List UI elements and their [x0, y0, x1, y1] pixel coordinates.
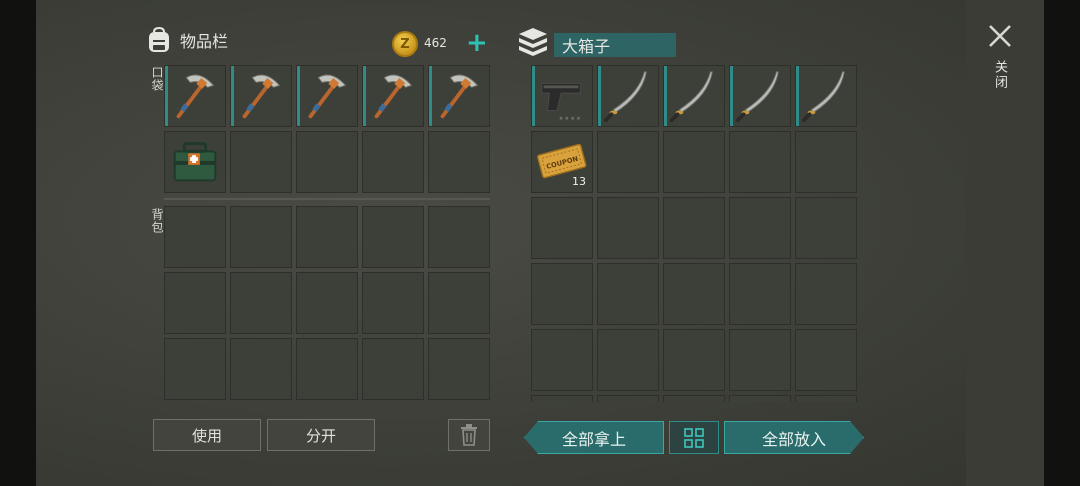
pocket-grid	[164, 65, 490, 193]
empty-slot[interactable]	[531, 395, 593, 402]
katana-icon	[598, 66, 658, 126]
pickaxe-icon	[363, 66, 423, 126]
empty-slot[interactable]	[362, 206, 424, 268]
empty-slot[interactable]	[230, 272, 292, 334]
box-title: 大箱子	[562, 37, 611, 56]
close-label[interactable]: 关闭	[990, 60, 1009, 90]
empty-slot[interactable]	[795, 395, 857, 402]
box-title-bar: 大箱子	[554, 33, 676, 57]
empty-slot[interactable]	[795, 197, 857, 259]
medkit-icon	[165, 132, 225, 192]
split-button[interactable]: 分开	[267, 419, 375, 451]
pickaxe-icon	[429, 66, 489, 126]
slot-pickaxe[interactable]	[296, 65, 358, 127]
empty-slot[interactable]	[531, 329, 593, 391]
empty-slot[interactable]	[729, 263, 791, 325]
box-grid: COUPON 13	[531, 65, 857, 402]
empty-slot[interactable]	[597, 395, 659, 402]
backpack-icon	[149, 26, 169, 52]
take-all-button[interactable]: 全部拿上	[524, 421, 664, 454]
trash-icon	[461, 424, 477, 446]
empty-slot[interactable]	[531, 197, 593, 259]
right-screen-edge	[1044, 0, 1080, 486]
katana-icon	[664, 66, 724, 126]
empty-slot[interactable]	[729, 197, 791, 259]
empty-slot[interactable]	[663, 329, 725, 391]
coin-icon: Z	[392, 31, 418, 57]
empty-slot[interactable]	[230, 338, 292, 400]
empty-slot[interactable]	[663, 131, 725, 193]
item-quantity: 13	[572, 175, 586, 188]
left-screen-edge	[0, 0, 36, 486]
slot-katana[interactable]	[597, 65, 659, 127]
empty-slot[interactable]	[729, 131, 791, 193]
empty-slot[interactable]	[597, 197, 659, 259]
empty-slot[interactable]	[795, 329, 857, 391]
close-icon[interactable]	[986, 22, 1014, 50]
slot-pickaxe[interactable]	[428, 65, 490, 127]
empty-slot[interactable]	[296, 131, 358, 193]
inventory-title: 物品栏	[180, 32, 229, 51]
empty-slot[interactable]	[230, 206, 292, 268]
backpack-grid	[164, 206, 490, 400]
empty-slot[interactable]	[663, 395, 725, 402]
empty-slot[interactable]	[230, 131, 292, 193]
pickaxe-icon	[231, 66, 291, 126]
empty-slot[interactable]	[795, 131, 857, 193]
empty-slot[interactable]	[428, 131, 490, 193]
empty-slot[interactable]	[428, 206, 490, 268]
slot-katana[interactable]	[663, 65, 725, 127]
empty-slot[interactable]	[164, 338, 226, 400]
empty-slot[interactable]	[597, 329, 659, 391]
slot-pistol[interactable]	[531, 65, 593, 127]
slot-pickaxe[interactable]	[230, 65, 292, 127]
empty-slot[interactable]	[164, 206, 226, 268]
use-button[interactable]: 使用	[153, 419, 261, 451]
empty-slot[interactable]	[164, 272, 226, 334]
katana-icon	[730, 66, 790, 126]
empty-slot[interactable]	[362, 272, 424, 334]
empty-slot[interactable]	[729, 329, 791, 391]
trash-button[interactable]	[448, 419, 490, 451]
pickaxe-icon	[165, 66, 225, 126]
empty-slot[interactable]	[296, 338, 358, 400]
pistol-icon	[532, 66, 592, 126]
empty-slot[interactable]	[795, 263, 857, 325]
put-all-button[interactable]: 全部放入	[724, 421, 864, 454]
empty-slot[interactable]	[729, 395, 791, 402]
empty-slot[interactable]	[296, 206, 358, 268]
empty-slot[interactable]	[428, 272, 490, 334]
empty-slot[interactable]	[531, 263, 593, 325]
divider	[164, 198, 490, 200]
empty-slot[interactable]	[362, 131, 424, 193]
empty-slot[interactable]	[597, 263, 659, 325]
empty-slot[interactable]	[663, 197, 725, 259]
empty-slot[interactable]	[362, 338, 424, 400]
inventory-header: 物品栏	[146, 26, 228, 54]
slot-pickaxe[interactable]	[362, 65, 424, 127]
slot-pickaxe[interactable]	[164, 65, 226, 127]
crate-icon	[519, 28, 547, 56]
slot-katana[interactable]	[795, 65, 857, 127]
coin-count: 462	[424, 36, 447, 50]
slot-katana[interactable]	[729, 65, 791, 127]
slot-coupon[interactable]: COUPON 13	[531, 131, 593, 193]
empty-slot[interactable]	[663, 263, 725, 325]
pickaxe-icon	[297, 66, 357, 126]
katana-icon	[796, 66, 856, 126]
empty-slot[interactable]	[597, 131, 659, 193]
grid-sort-icon	[684, 427, 704, 448]
plus-icon[interactable]: +	[466, 30, 488, 56]
sort-button[interactable]	[669, 421, 719, 454]
empty-slot[interactable]	[428, 338, 490, 400]
empty-slot[interactable]	[296, 272, 358, 334]
slot-medkit[interactable]	[164, 131, 226, 193]
